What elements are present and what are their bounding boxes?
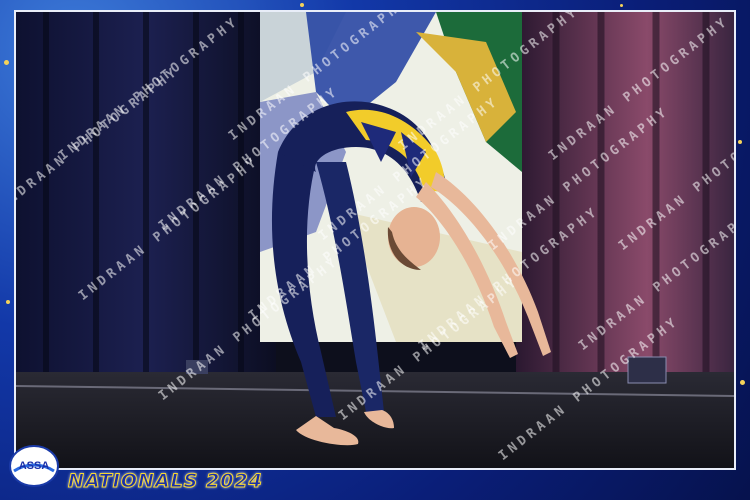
- frame-speck: [6, 300, 10, 304]
- stage-photo: INDRAAN PHOTOGRAPHY INDRAAN PHOTOGRAPHY …: [16, 12, 734, 468]
- frame-speck: [620, 4, 623, 7]
- frame-speck: [4, 60, 9, 65]
- svg-text:ASSA: ASSA: [19, 460, 50, 472]
- photo-frame: INDRAAN PHOTOGRAPHY INDRAAN PHOTOGRAPHY …: [0, 0, 750, 500]
- assa-logo-mark: ASSA: [9, 445, 59, 487]
- frame-speck: [300, 3, 304, 7]
- event-title: NATIONALS 2024: [68, 470, 263, 493]
- frame-speck: [740, 380, 745, 385]
- assa-logo: ASSA: [8, 443, 60, 489]
- frame-speck: [738, 140, 742, 144]
